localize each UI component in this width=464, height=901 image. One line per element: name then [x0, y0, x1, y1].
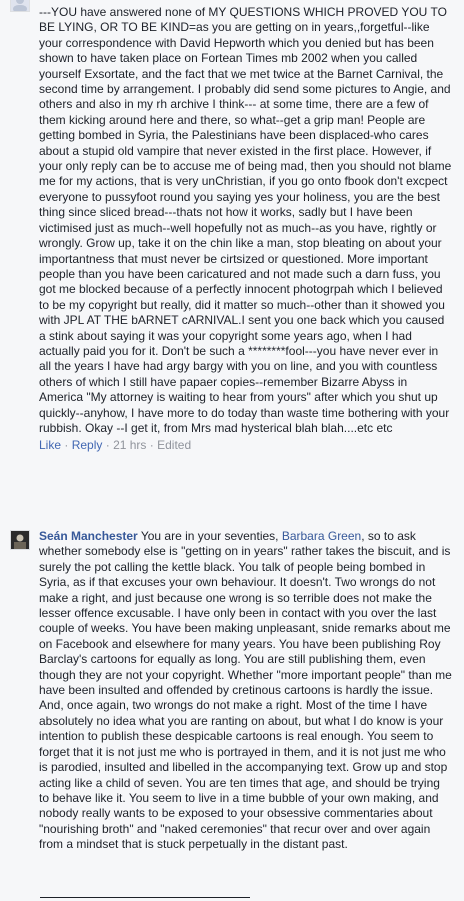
comment-author[interactable]: Seán Manchester: [39, 529, 138, 543]
like-link[interactable]: Like: [39, 438, 61, 452]
profile-photo-icon: [11, 531, 29, 549]
mention-link[interactable]: Barbara Green: [282, 529, 361, 543]
user-silhouette-icon: [13, 0, 27, 11]
divider: [40, 897, 250, 898]
comment-text-content: ---YOU have answered none of MY QUESTION…: [39, 5, 452, 435]
comment-text: ---YOU have answered none of MY QUESTION…: [39, 5, 453, 436]
avatar[interactable]: [10, 530, 30, 550]
avatar[interactable]: [10, 0, 30, 12]
reply-link[interactable]: Reply: [72, 438, 103, 452]
comment-actions: Like · Reply · 21 hrs · Edited: [39, 438, 453, 453]
comment-body: Seán Manchester You are in your seventie…: [39, 529, 453, 853]
timestamp[interactable]: 21 hrs: [113, 438, 146, 452]
comment-body: ---YOU have answered none of MY QUESTION…: [39, 5, 453, 453]
comment-thread: ---YOU have answered none of MY QUESTION…: [0, 0, 464, 901]
separator: ·: [149, 438, 154, 453]
comment-text: Seán Manchester You are in your seventie…: [39, 529, 453, 853]
separator: ·: [105, 438, 110, 453]
comment-text-after: , so to ask whether somebody else is "ge…: [39, 529, 452, 852]
separator: ·: [64, 438, 69, 453]
comment-text-before: You are in your seventies,: [140, 529, 282, 543]
edited-label[interactable]: Edited: [157, 438, 191, 452]
